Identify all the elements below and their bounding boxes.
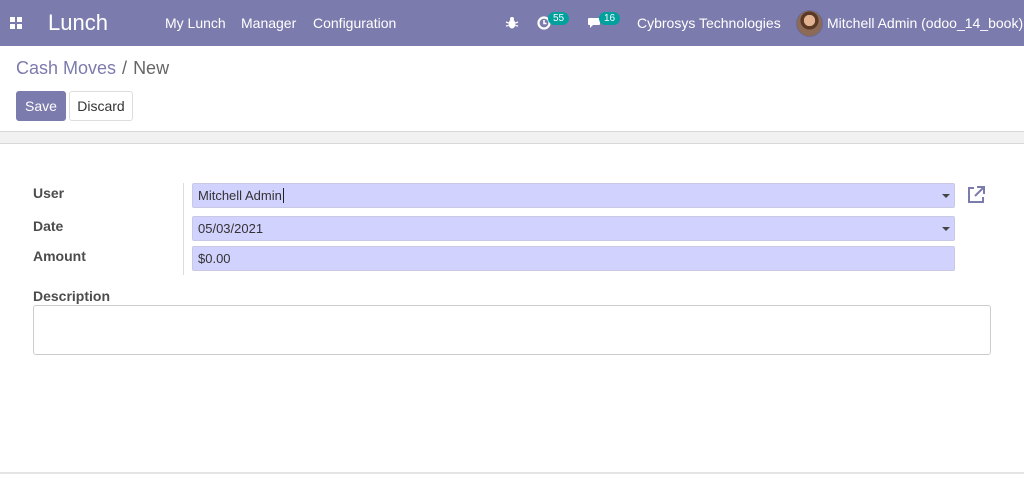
discard-button[interactable]: Discard [69,91,133,121]
amount-field[interactable]: $0.00 [192,246,955,271]
message-count-badge: 16 [599,12,621,25]
avatar[interactable] [796,10,823,37]
description-label: Description [33,288,111,304]
apps-grid-icon[interactable] [10,0,24,46]
text-cursor [282,188,284,203]
bug-icon[interactable] [505,0,519,46]
user-field-value: Mitchell Admin [198,188,282,203]
activity-count-badge: 55 [548,12,570,25]
breadcrumb: Cash Moves / New [16,58,169,79]
date-field[interactable]: 05/03/2021 [192,216,955,241]
menu-manager[interactable]: Manager [241,0,296,46]
breadcrumb-current: New [133,58,170,78]
label-divider [183,183,184,275]
top-navbar: Lunch My Lunch Manager Configuration 55 … [0,0,1024,46]
form-top-divider [0,131,1024,144]
user-label: User [33,185,65,201]
save-button[interactable]: Save [16,91,66,121]
date-field-value: 05/03/2021 [198,221,264,236]
user-field[interactable]: Mitchell Admin [192,183,955,208]
bottom-divider [0,472,1024,474]
company-switcher[interactable]: Cybrosys Technologies [637,0,781,46]
breadcrumb-separator: / [122,58,128,78]
app-name[interactable]: Lunch [48,0,108,46]
chevron-down-icon[interactable] [942,227,950,231]
menu-my-lunch[interactable]: My Lunch [165,0,226,46]
description-textarea[interactable] [33,305,991,355]
chevron-down-icon[interactable] [942,194,950,198]
external-link-icon[interactable] [966,185,986,205]
amount-label: Amount [33,248,86,264]
amount-field-value: $0.00 [198,251,231,266]
date-label: Date [33,218,64,234]
breadcrumb-cash-moves[interactable]: Cash Moves [16,58,116,78]
menu-configuration[interactable]: Configuration [313,0,396,46]
user-menu[interactable]: Mitchell Admin (odoo_14_book) [827,0,1023,46]
